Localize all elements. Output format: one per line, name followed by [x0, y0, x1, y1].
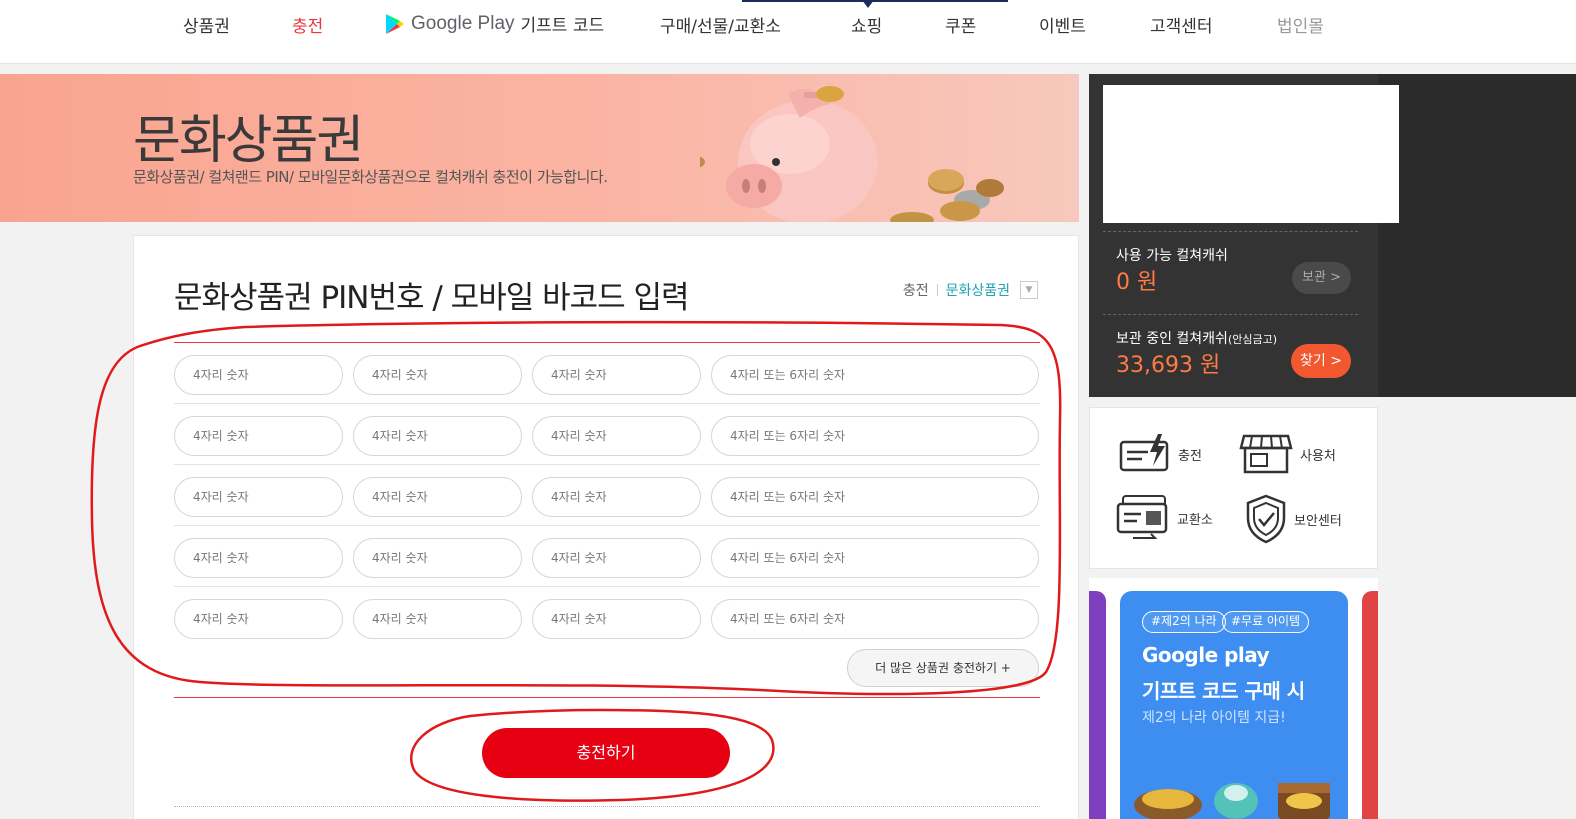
more-gift-cards-button[interactable]: 더 많은 상품권 충전하기 +	[847, 649, 1039, 687]
quick-menu-charge[interactable]: 충전	[1118, 432, 1202, 476]
nav-item-shopping[interactable]: 쇼핑	[851, 12, 882, 37]
pin-input-1-3[interactable]	[532, 355, 701, 395]
pin-input-1-4[interactable]	[711, 355, 1039, 395]
find-button[interactable]: 찾기 >	[1291, 344, 1351, 378]
pin-input-4-4[interactable]	[711, 538, 1039, 578]
nav-item-label: 기프트 코드	[520, 16, 605, 36]
pin-input-3-2[interactable]	[353, 477, 522, 517]
quick-menu: 충전 사용처 교환소 보안센터	[1089, 407, 1378, 569]
shield-check-icon	[1246, 494, 1286, 544]
available-cash-value: 0 원	[1116, 270, 1158, 295]
nav-item-purchase[interactable]: 구매/선물/교환소	[660, 12, 781, 37]
keep-button[interactable]: 보관 >	[1292, 262, 1351, 294]
promo-tag: #무료 아이템	[1222, 611, 1310, 633]
nav-item-customer-center[interactable]: 고객센터	[1150, 12, 1213, 37]
quick-menu-label: 사용처	[1300, 448, 1336, 464]
stored-cash-label: 보관 중인 컬쳐캐쉬(안심금고)	[1116, 328, 1277, 348]
nav-item-gift-card[interactable]: 상품권	[183, 12, 230, 37]
promo-title: Google play	[1142, 643, 1270, 667]
quick-menu-label: 보안센터	[1294, 513, 1342, 529]
nav-item-charge[interactable]: 충전	[292, 12, 323, 37]
quick-menu-label: 충전	[1178, 448, 1202, 464]
exchange-card-icon	[1116, 495, 1168, 539]
breadcrumb-separator	[936, 284, 938, 296]
nav-item-corporate[interactable]: 법인몰	[1277, 12, 1324, 37]
piggy-bank-illustration	[700, 86, 1004, 222]
form-title: 문화상품권 PIN번호 / 모바일 바코드 입력	[174, 280, 690, 316]
pin-row-2	[174, 404, 1040, 465]
pin-input-3-3[interactable]	[532, 477, 701, 517]
nav-active-marker-arrow	[862, 0, 874, 8]
wallet-divider	[1103, 314, 1358, 315]
top-navigation: 상품권 충전 Google Play 기프트 코드 구매/선물/교환소 쇼핑 쿠…	[0, 0, 1576, 64]
promo-tag: #제2의 나라	[1142, 611, 1226, 633]
pin-input-2-2[interactable]	[353, 416, 522, 456]
pin-input-5-1[interactable]	[174, 599, 343, 639]
stored-cash-label-small: (안심금고)	[1227, 333, 1278, 346]
pin-input-1-2[interactable]	[353, 355, 522, 395]
nav-item-coupon[interactable]: 쿠폰	[945, 12, 976, 37]
charge-card-icon	[1119, 434, 1169, 472]
store-icon	[1239, 434, 1293, 474]
promo-card-google-play[interactable]: #제2의 나라 #무료 아이템 Google play 기프트 코드 구매 시 …	[1120, 591, 1348, 819]
google-play-icon	[386, 13, 404, 34]
google-play-brand: Google Play	[411, 12, 515, 34]
quick-menu-exchange[interactable]: 교환소	[1115, 494, 1213, 542]
pin-input-2-3[interactable]	[532, 416, 701, 456]
quick-menu-security[interactable]: 보안센터	[1244, 494, 1342, 544]
quick-menu-label: 교환소	[1177, 512, 1213, 528]
pin-input-3-1[interactable]	[174, 477, 343, 517]
pin-input-5-3[interactable]	[532, 599, 701, 639]
charge-button[interactable]: 충전하기	[482, 728, 730, 778]
breadcrumb: 충전 문화상품권 ▼	[903, 280, 1038, 300]
pin-row-4	[174, 526, 1040, 587]
nav-item-google-play[interactable]: Google Play 기프트 코드	[385, 11, 604, 36]
available-cash-label: 사용 가능 컬쳐캐쉬	[1116, 248, 1228, 264]
breadcrumb-home[interactable]: 충전	[903, 280, 929, 300]
page-banner: 문화상품권 문화상품권/ 컬쳐랜드 PIN/ 모바일문화상품권으로 컬쳐캐쉬 충…	[0, 74, 1079, 222]
pin-input-5-4[interactable]	[711, 599, 1039, 639]
stored-cash-label-text: 보관 중인 컬쳐캐쉬	[1116, 331, 1228, 347]
banner-subtitle: 문화상품권/ 컬쳐랜드 PIN/ 모바일문화상품권으로 컬쳐캐쉬 충전이 가능합…	[133, 168, 608, 186]
promo-card-next[interactable]	[1362, 591, 1378, 819]
pin-input-card: 문화상품권 PIN번호 / 모바일 바코드 입력 충전 문화상품권 ▼ 더 많	[133, 235, 1079, 819]
pin-input-4-1[interactable]	[174, 538, 343, 578]
pin-input-2-4[interactable]	[711, 416, 1039, 456]
pin-row-3	[174, 465, 1040, 526]
pin-input-4-2[interactable]	[353, 538, 522, 578]
pin-input-5-2[interactable]	[353, 599, 522, 639]
stored-cash-value: 33,693 원	[1116, 353, 1221, 378]
nav-active-marker	[742, 0, 1008, 2]
quick-menu-store[interactable]: 사용처	[1238, 432, 1336, 476]
nav-item-event[interactable]: 이벤트	[1039, 12, 1086, 37]
pin-input-4-3[interactable]	[532, 538, 701, 578]
form-bottom-divider	[174, 697, 1040, 698]
breadcrumb-current[interactable]: 문화상품권	[946, 280, 1010, 300]
pin-row-1	[174, 343, 1040, 404]
promo-title-line2: 기프트 코드 구매 시	[1142, 679, 1305, 703]
chevron-down-icon[interactable]: ▼	[1020, 281, 1038, 299]
promo-card-prev[interactable]	[1089, 591, 1106, 819]
pin-row-5	[174, 587, 1040, 648]
pin-input-3-4[interactable]	[711, 477, 1039, 517]
wallet-divider	[1103, 231, 1358, 232]
banner-title: 문화상품권	[133, 111, 364, 171]
dotted-divider	[174, 806, 1040, 807]
promo-description: 제2의 나라 아이템 지급!	[1142, 710, 1286, 726]
ad-placeholder	[1103, 85, 1399, 223]
treasure-illustration	[1134, 783, 1330, 819]
pin-input-2-1[interactable]	[174, 416, 343, 456]
pin-input-1-1[interactable]	[174, 355, 343, 395]
